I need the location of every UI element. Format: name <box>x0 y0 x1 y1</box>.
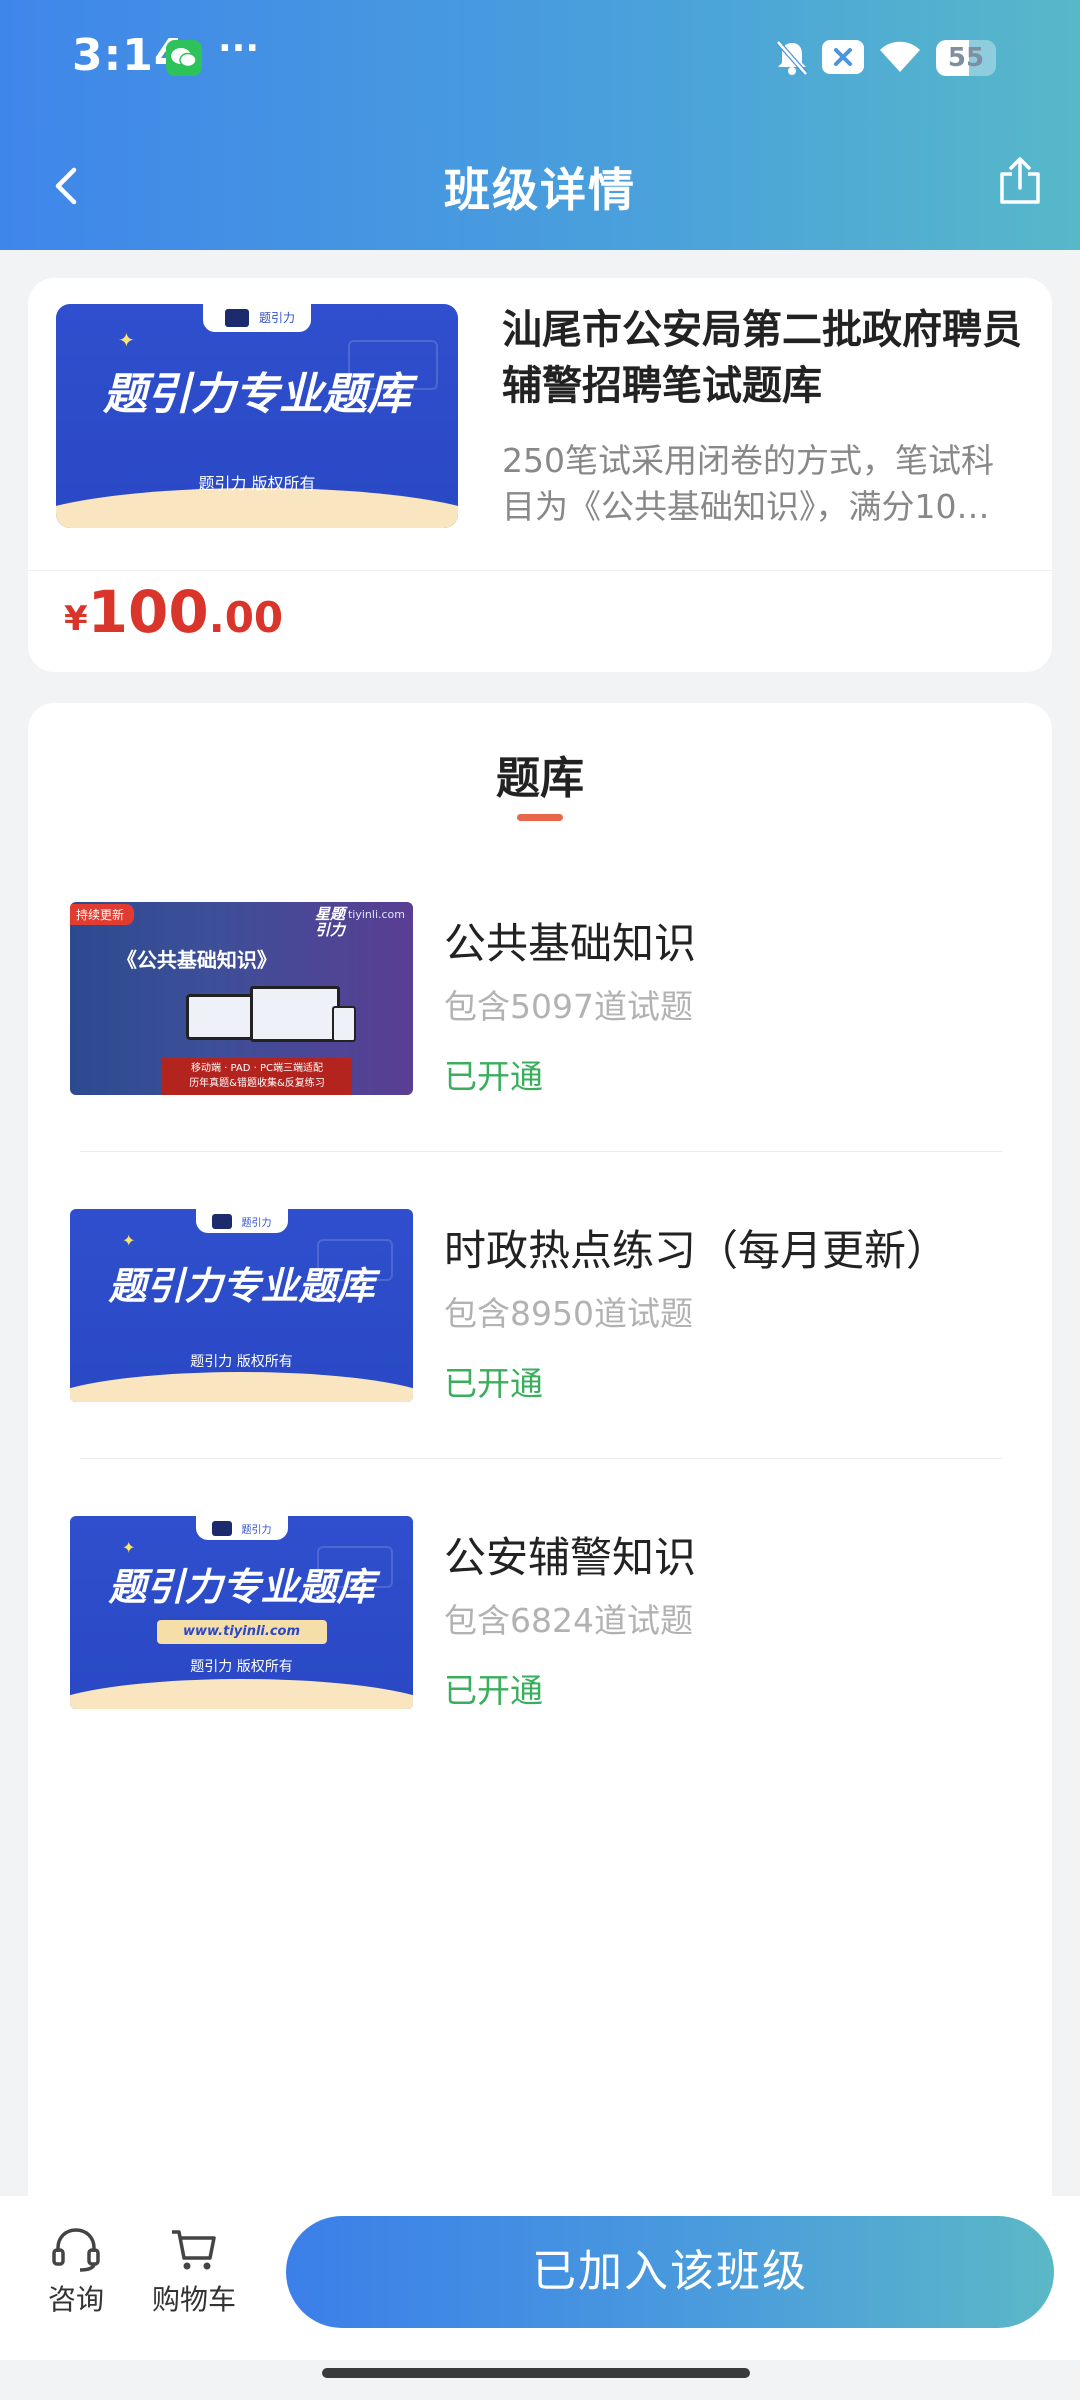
price-currency: ¥ <box>64 599 88 639</box>
thumb-logo: 星题引力 <box>315 905 346 939</box>
course-card: 题引力 ✦ 题引力专业题库 题引力 版权所有 汕尾市公安局第二批政府聘员辅警招聘… <box>28 278 1052 672</box>
course-description: 250笔试采用闭卷的方式，笔试科目为《公共基础知识》，满分10… <box>502 441 994 526</box>
consult-label: 咨询 <box>47 2283 104 2316</box>
page-title: 班级详情 <box>444 163 636 217</box>
thumb-brand-tab: 题引力 <box>195 1516 288 1540</box>
thumb-copyright: 题引力 版权所有 <box>190 1354 293 1370</box>
more-notifications-icon: ··· <box>218 28 260 69</box>
divider <box>80 1458 1002 1459</box>
thumb-headline: 题引力专业题库 <box>108 1264 375 1308</box>
course-price: ¥100.00 <box>64 578 283 646</box>
cart-label: 购物车 <box>151 2283 236 2316</box>
headset-icon <box>52 2228 100 2272</box>
thumb-banner: 移动端 · PAD · PC端三端适配 历年真题&错题收集&反复练习 <box>162 1058 352 1095</box>
joined-class-button[interactable]: 已加入该班级 <box>286 2216 1054 2328</box>
course-title: 汕尾市公安局第二批政府聘员辅警招聘笔试题库 <box>502 307 1022 409</box>
thumb-brand-tab: 题引力 <box>195 1209 288 1233</box>
thumb-title: 《公共基础知识》 <box>116 948 277 972</box>
thumb-tab-label: 题引力 <box>241 1525 272 1536</box>
bank-item-current-affairs[interactable]: 题引力 ✦ 题引力专业题库 题引力 版权所有 时政热点练习（每月更新） 包含89… <box>70 1209 1010 1409</box>
bank-name: 时政热点练习（每月更新） <box>444 1226 949 1275</box>
thumb-badge: 持续更新 <box>70 904 135 925</box>
cart-icon <box>172 2230 216 2270</box>
divider <box>80 1151 1002 1152</box>
header: 3:14 ··· 55 班级详情 <box>0 0 1080 250</box>
bank-thumbnail: 题引力 ✦ 题引力专业题库 题引力 版权所有 <box>70 1209 413 1402</box>
wechat-notification-icon <box>166 40 202 76</box>
bank-item-police-knowledge[interactable]: 题引力 ✦ 题引力专业题库 www.tiyinli.com 题引力 版权所有 公… <box>70 1516 1010 1716</box>
thumb-tab-label: 题引力 <box>259 311 296 325</box>
thumb-banner-line1: 移动端 · PAD · PC端三端适配 <box>190 1063 324 1074</box>
thumb-tab-label: 题引力 <box>241 1218 272 1229</box>
tab-question-bank[interactable]: 题库 <box>0 742 1080 806</box>
share-icon[interactable] <box>990 152 1050 212</box>
price-decimal: .00 <box>208 593 284 642</box>
home-indicator[interactable] <box>322 2368 750 2378</box>
close-badge-icon <box>822 40 864 74</box>
tab-active-indicator <box>517 814 563 821</box>
course-thumbnail: 题引力 ✦ 题引力专业题库 题引力 版权所有 <box>56 304 458 528</box>
price-integer: 100 <box>87 578 209 646</box>
bank-question-count: 包含6824道试题 <box>444 1601 693 1640</box>
bank-name: 公安辅警知识 <box>444 1533 697 1582</box>
thumb-headline: 题引力专业题库 <box>103 369 411 420</box>
bank-status: 已开通 <box>444 1057 543 1096</box>
wifi-icon <box>878 38 922 78</box>
thumb-headline: 题引力专业题库 <box>108 1565 375 1609</box>
bottom-action-bar: 咨询 购物车 已加入该班级 <box>0 2196 1080 2360</box>
cart-button[interactable]: 购物车 <box>146 2226 242 2318</box>
thumb-brand-tab: 题引力 <box>203 304 311 332</box>
bank-thumbnail: 题引力 ✦ 题引力专业题库 www.tiyinli.com 题引力 版权所有 <box>70 1516 413 1709</box>
star-icon: ✦ <box>122 1231 136 1250</box>
bank-question-count: 包含5097道试题 <box>444 987 693 1026</box>
bank-question-count: 包含8950道试题 <box>444 1294 693 1333</box>
bank-name: 公共基础知识 <box>444 919 697 968</box>
thumb-url: www.tiyinli.com <box>156 1620 327 1644</box>
star-icon: ✦ <box>122 1538 136 1557</box>
status-bar: 3:14 ··· 55 <box>0 0 1080 118</box>
consult-button[interactable]: 咨询 <box>40 2226 112 2318</box>
battery-icon: 55 <box>936 40 996 76</box>
bank-status: 已开通 <box>444 1671 543 1710</box>
thumb-copyright: 题引力 版权所有 <box>198 474 316 493</box>
nav-bar: 班级详情 <box>0 130 1080 240</box>
divider <box>28 570 1052 571</box>
thumb-banner-line2: 历年真题&错题收集&反复练习 <box>189 1078 325 1089</box>
battery-level: 55 <box>947 43 985 73</box>
bank-thumbnail: 持续更新 tiyinli.com 星题引力 《公共基础知识》 移动端 · PAD… <box>70 902 413 1095</box>
bank-item-public-knowledge[interactable]: 持续更新 tiyinli.com 星题引力 《公共基础知识》 移动端 · PAD… <box>70 902 1010 1102</box>
star-icon: ✦ <box>118 328 135 352</box>
thumb-copyright: 题引力 版权所有 <box>190 1659 293 1675</box>
bank-status: 已开通 <box>444 1364 543 1403</box>
mute-bell-icon <box>772 38 812 82</box>
